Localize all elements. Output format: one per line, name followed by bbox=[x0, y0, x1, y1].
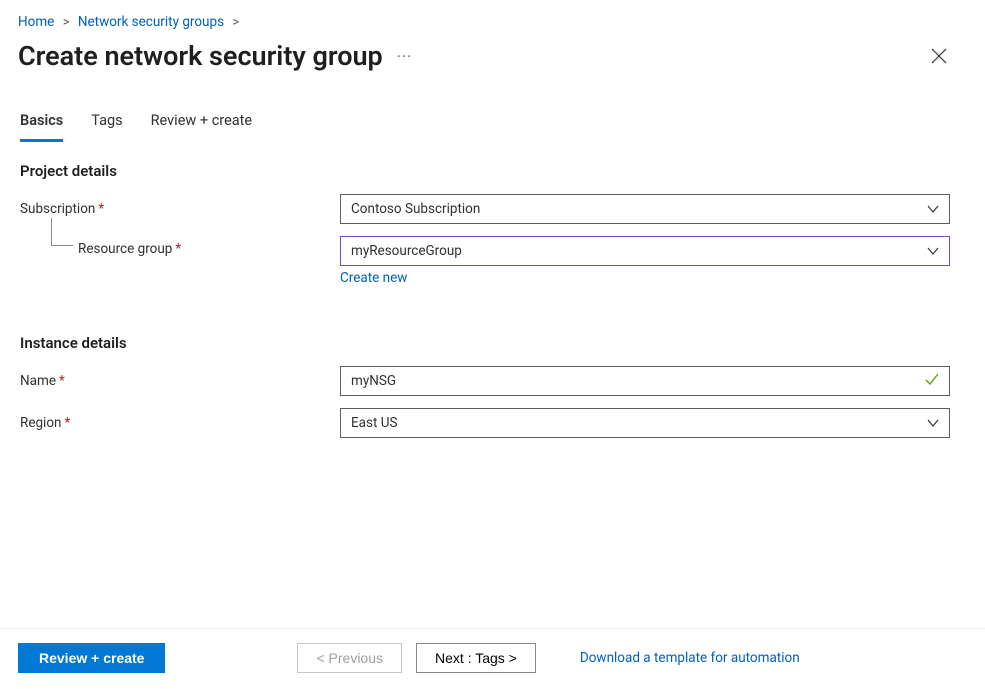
chevron-right-icon: > bbox=[63, 15, 70, 30]
chevron-down-icon bbox=[926, 416, 940, 430]
label-region-text: Region bbox=[20, 415, 62, 431]
chevron-down-icon bbox=[926, 202, 940, 216]
download-template-link[interactable]: Download a template for automation bbox=[580, 650, 800, 666]
row-subscription: Subscription * Contoso Subscription bbox=[20, 194, 967, 224]
row-resource-group: Resource group * myResourceGroup Create … bbox=[20, 236, 967, 286]
previous-button: < Previous bbox=[297, 643, 402, 673]
required-icon: * bbox=[98, 201, 104, 217]
label-subscription-text: Subscription bbox=[20, 201, 95, 217]
label-name: Name * bbox=[20, 373, 340, 389]
tab-basics[interactable]: Basics bbox=[20, 112, 63, 142]
chevron-right-icon: > bbox=[232, 15, 239, 30]
create-new-link-wrap: Create new bbox=[340, 270, 950, 286]
more-icon[interactable]: ··· bbox=[397, 47, 413, 66]
check-icon bbox=[924, 371, 940, 391]
close-icon bbox=[931, 48, 947, 64]
region-value: East US bbox=[351, 415, 398, 431]
subscription-dropdown[interactable]: Contoso Subscription bbox=[340, 194, 950, 224]
label-region: Region * bbox=[20, 415, 340, 431]
name-value: myNSG bbox=[351, 373, 396, 389]
required-icon: * bbox=[65, 415, 71, 431]
breadcrumb-home[interactable]: Home bbox=[18, 14, 54, 30]
close-button[interactable] bbox=[925, 42, 953, 70]
label-name-text: Name bbox=[20, 373, 56, 389]
label-subscription: Subscription * bbox=[20, 201, 340, 217]
label-resource-group: Resource group * bbox=[20, 236, 340, 257]
breadcrumb-nsg[interactable]: Network security groups bbox=[78, 14, 224, 30]
breadcrumb: Home > Network security groups > bbox=[0, 0, 985, 30]
tab-tags[interactable]: Tags bbox=[91, 112, 122, 142]
review-create-button[interactable]: Review + create bbox=[18, 643, 165, 673]
form-content: Project details Subscription * Contoso S… bbox=[0, 142, 985, 438]
section-project-details: Project details bbox=[20, 162, 967, 180]
create-new-link[interactable]: Create new bbox=[340, 270, 407, 286]
resource-group-value: myResourceGroup bbox=[351, 243, 462, 259]
required-icon: * bbox=[59, 373, 65, 389]
footer: Review + create < Previous Next : Tags >… bbox=[0, 628, 985, 689]
name-input[interactable]: myNSG bbox=[340, 366, 950, 396]
section-instance-details: Instance details bbox=[20, 334, 967, 352]
next-button[interactable]: Next : Tags > bbox=[416, 643, 536, 673]
title-row: Create network security group ··· bbox=[0, 30, 985, 72]
row-region: Region * East US bbox=[20, 408, 967, 438]
tabs: Basics Tags Review + create bbox=[0, 72, 985, 142]
row-name: Name * myNSG bbox=[20, 366, 967, 396]
region-dropdown[interactable]: East US bbox=[340, 408, 950, 438]
indent-line-icon bbox=[51, 218, 73, 246]
subscription-value: Contoso Subscription bbox=[351, 201, 480, 217]
label-resource-group-text: Resource group bbox=[78, 241, 172, 257]
resource-group-dropdown[interactable]: myResourceGroup bbox=[340, 236, 950, 266]
required-icon: * bbox=[175, 241, 181, 257]
chevron-down-icon bbox=[926, 244, 940, 258]
page-title: Create network security group bbox=[18, 40, 383, 72]
tab-review[interactable]: Review + create bbox=[151, 112, 252, 142]
